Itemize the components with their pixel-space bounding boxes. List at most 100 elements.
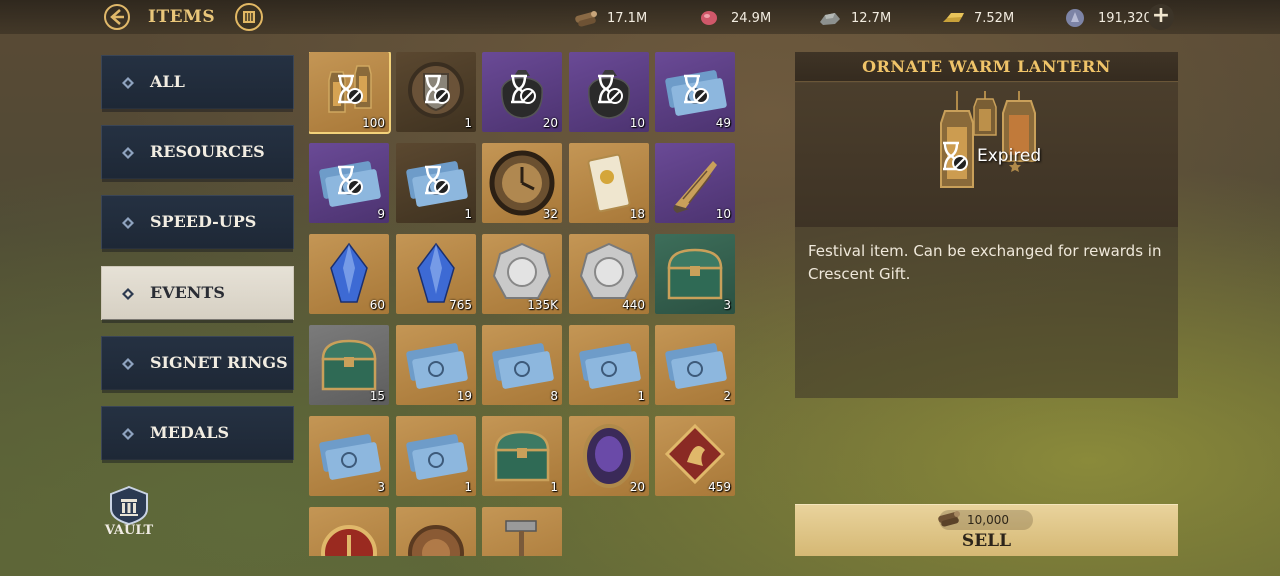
hourglass-expired-icon <box>425 74 450 104</box>
expired-status: Expired <box>977 146 1042 166</box>
resource-food[interactable]: 24.9M <box>697 7 771 29</box>
hammer-icon <box>505 520 537 556</box>
tab-speed-ups[interactable]: SPEED-UPS <box>101 195 294 252</box>
item-quantity: 1 <box>464 116 472 130</box>
resource-gems-value: 191,320 <box>1098 10 1152 26</box>
tab-all[interactable]: ALL <box>101 55 294 112</box>
book-icon[interactable] <box>234 2 264 32</box>
item-slot-green-ticket[interactable]: 1 <box>396 143 476 223</box>
sell-button[interactable]: 10,000 SELL <box>795 504 1178 556</box>
item-slot-crest-frame[interactable]: 1 <box>396 52 476 132</box>
hourglass-expired-icon <box>684 74 709 104</box>
item-slot-blue-ticket-5[interactable]: 1 <box>569 325 649 405</box>
diamond-icon <box>122 428 134 440</box>
item-quantity: 440 <box>622 298 645 312</box>
item-quantity: 10 <box>715 207 731 221</box>
item-quantity: 60 <box>369 298 385 312</box>
item-quantity: 20 <box>542 116 558 130</box>
hourglass-expired-icon <box>425 165 450 195</box>
item-quantity: 9 <box>377 207 385 221</box>
diamond-icon <box>122 288 134 300</box>
item-slot-gold-card[interactable]: 18 <box>569 143 649 223</box>
item-detail-panel: ORNATE WARM LANTERN Expired Festival ite… <box>795 52 1178 398</box>
item-slot-purple-amulet[interactable]: 20 <box>569 416 649 496</box>
add-gems-button[interactable]: + <box>1148 4 1174 30</box>
resource-gold-value: 7.52M <box>974 10 1015 26</box>
item-quantity: 100 <box>362 116 385 130</box>
tab-label: SPEED-UPS <box>150 212 257 231</box>
resource-food-value: 24.9M <box>731 10 772 26</box>
detail-artwork: Expired <box>795 83 1178 227</box>
wood-log-icon <box>938 511 960 527</box>
item-slot-blue-ticket-4[interactable]: 8 <box>482 325 562 405</box>
item-slot-ornate-warm-lantern[interactable]: 100 <box>309 52 391 134</box>
item-quantity: 10 <box>629 116 645 130</box>
item-quantity: 3 <box>377 480 385 494</box>
item-slot-blue-ticket-3[interactable]: 19 <box>396 325 476 405</box>
diamond-icon <box>122 77 134 89</box>
item-slot-blue-ticket[interactable]: 49 <box>655 52 735 132</box>
tab-medals[interactable]: MEDALS <box>101 406 294 463</box>
tab-label: SIGNET RINGS <box>150 353 288 372</box>
item-quantity: 3 <box>723 298 731 312</box>
hourglass-expired-icon <box>511 74 536 104</box>
tab-resources[interactable]: RESOURCES <box>101 125 294 182</box>
item-slot-hammer[interactable] <box>482 507 562 556</box>
item-quantity: 459 <box>708 480 731 494</box>
tab-events[interactable]: EVENTS <box>101 266 294 323</box>
tab-label: ALL <box>150 72 185 91</box>
item-slot-blue-crystal[interactable]: 60 <box>309 234 389 314</box>
item-quantity: 19 <box>456 389 472 403</box>
item-quantity: 8 <box>550 389 558 403</box>
item-slot-clock-medallion[interactable]: 32 <box>482 143 562 223</box>
item-slot-gold-coin[interactable]: 440 <box>569 234 649 314</box>
resource-stone-value: 12.7M <box>851 10 892 26</box>
item-quantity: 20 <box>629 480 645 494</box>
resource-gold[interactable]: 7.52M <box>940 7 1014 29</box>
item-slot-red-chest[interactable]: 1 <box>482 416 562 496</box>
item-slot-lantern-bag-2[interactable]: 10 <box>569 52 649 132</box>
item-quantity: 1 <box>464 480 472 494</box>
item-slot-green-ticket-3[interactable]: 3 <box>309 416 389 496</box>
item-slot-black-chest[interactable]: 15 <box>309 325 389 405</box>
vault-button[interactable]: VAULT <box>104 485 154 543</box>
item-quantity: 18 <box>629 207 645 221</box>
diamond-icon <box>122 217 134 229</box>
diamond-icon <box>122 358 134 370</box>
hourglass-expired-icon <box>338 165 363 195</box>
item-quantity: 15 <box>369 389 385 403</box>
item-slot-green-ticket-4[interactable]: 1 <box>396 416 476 496</box>
item-slot-red-badge[interactable]: 459 <box>655 416 735 496</box>
stone-icon <box>820 13 840 25</box>
hourglass-expired-icon <box>338 74 363 104</box>
item-description: Festival item. Can be exchanged for rewa… <box>808 242 1162 283</box>
detail-title: ORNATE WARM LANTERN <box>862 57 1111 76</box>
meat-icon <box>701 11 717 25</box>
item-slot-green-chest[interactable]: 3 <box>655 234 735 314</box>
item-quantity: 1 <box>464 207 472 221</box>
tab-label: RESOURCES <box>150 142 265 161</box>
item-slot-horn[interactable]: 10 <box>655 143 735 223</box>
tab-signet-rings[interactable]: SIGNET RINGS <box>101 336 294 393</box>
item-slot-silver-coin[interactable]: 135K <box>482 234 562 314</box>
resource-gems[interactable]: 191,320 <box>1064 7 1152 29</box>
item-quantity: 49 <box>715 116 731 130</box>
item-slot-green-ticket-2[interactable]: 2 <box>655 325 735 405</box>
item-slot-red-token[interactable] <box>309 507 389 556</box>
item-slot-bronze-medal[interactable] <box>396 507 476 556</box>
item-slot-lantern-bag[interactable]: 20 <box>482 52 562 132</box>
vault-label: VAULT <box>104 523 154 538</box>
sell-price: 10,000 <box>967 513 1009 527</box>
token-icon <box>321 525 377 556</box>
medal-icon <box>408 525 464 556</box>
resource-stone[interactable]: 12.7M <box>817 7 891 29</box>
tab-label: EVENTS <box>150 283 225 302</box>
back-arrow-icon[interactable] <box>103 3 131 31</box>
resource-wood[interactable]: 17.1M <box>573 7 647 29</box>
top-bar: ITEMS 17.1M 24.9M 12.7M 7.52M 191,320 + <box>0 0 1280 34</box>
item-slot-blue-ticket-2[interactable]: 9 <box>309 143 389 223</box>
item-quantity: 135K <box>527 298 558 312</box>
item-quantity: 32 <box>542 207 558 221</box>
item-slot-red-crystal[interactable]: 765 <box>396 234 476 314</box>
wood-log-icon <box>575 11 597 27</box>
